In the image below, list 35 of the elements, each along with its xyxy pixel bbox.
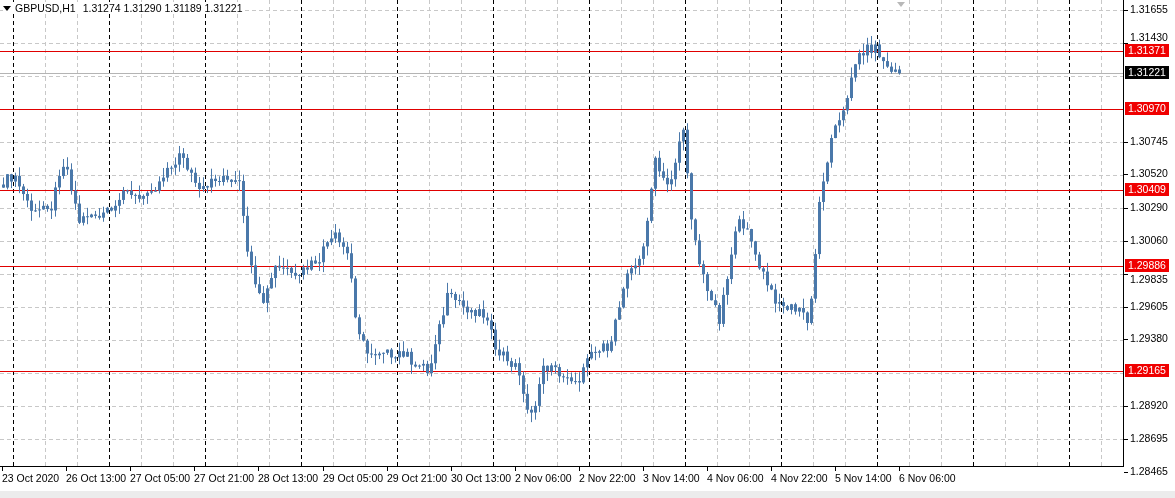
price-level-tag: 1.29165 [1125, 364, 1169, 377]
time-axis-label: 30 Oct 13:00 [451, 472, 512, 484]
symbol-label: GBPUSD,H1 [15, 2, 76, 14]
time-axis-label: 4 Nov 22:00 [771, 472, 828, 484]
price-axis-label: 1.29380 [1130, 332, 1168, 345]
price-level-tag: 1.29886 [1125, 259, 1169, 272]
time-axis-label: 3 Nov 14:00 [643, 472, 700, 484]
time-axis-label: 26 Oct 13:00 [66, 472, 127, 484]
price-axis-label: 1.28695 [1130, 432, 1168, 445]
price-level-tag: 1.30970 [1125, 102, 1169, 115]
price-level-tag: 1.30409 [1125, 183, 1169, 196]
time-axis-label: 4 Nov 06:00 [707, 472, 764, 484]
price-axis-label: 1.30745 [1130, 135, 1168, 148]
time-axis-label: 2 Nov 06:00 [515, 472, 572, 484]
price-axis-label: 1.28920 [1130, 399, 1168, 412]
time-axis-label: 2 Nov 22:00 [579, 472, 636, 484]
price-axis-label: 1.28465 [1130, 465, 1168, 478]
time-axis-label: 29 Oct 21:00 [387, 472, 448, 484]
price-axis-label: 1.31430 [1130, 31, 1168, 44]
time-axis-label: 5 Nov 14:00 [835, 472, 892, 484]
price-axis-label: 1.30290 [1130, 201, 1168, 214]
price-axis-label: 1.30060 [1130, 234, 1168, 247]
time-axis-label: 27 Oct 05:00 [130, 472, 191, 484]
time-axis-label: 6 Nov 06:00 [899, 472, 956, 484]
price-axis-label: 1.31655 [1130, 3, 1168, 16]
price-level-tag: 1.31371 [1125, 44, 1169, 57]
time-axis-label: 23 Oct 2020 [2, 472, 60, 484]
bid-price-tag: 1.31221 [1125, 66, 1169, 79]
time-axis-label: 28 Oct 13:00 [258, 472, 319, 484]
ohlc-values: 1.31274 1.31290 1.31189 1.31221 [82, 2, 243, 14]
price-axis-label: 1.29605 [1130, 300, 1168, 313]
price-axis-label: 1.29835 [1130, 273, 1168, 286]
time-axis-label: 27 Oct 21:00 [194, 472, 255, 484]
time-axis-label: 29 Oct 05:00 [323, 472, 384, 484]
price-axis-label: 1.30520 [1130, 167, 1168, 180]
